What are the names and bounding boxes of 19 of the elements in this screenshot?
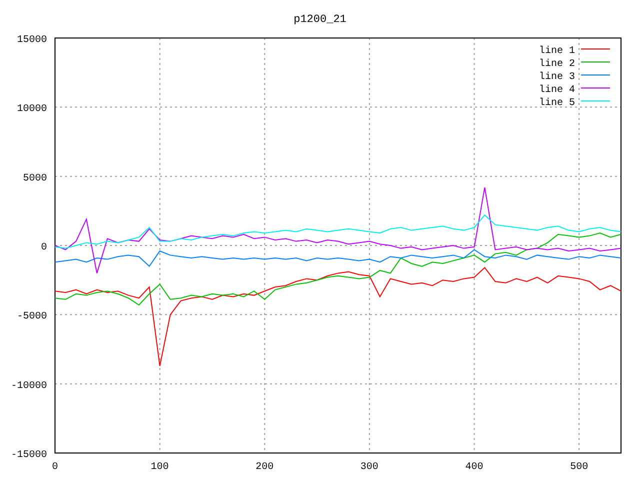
- x-tick-label: 500: [570, 462, 588, 473]
- legend-label: line 1: [538, 46, 575, 57]
- y-tick-label: 10000: [16, 104, 47, 116]
- y-tick-label: 15000: [16, 35, 47, 46]
- y-tick-label: -5000: [16, 312, 47, 323]
- legend-label: line 2: [538, 59, 575, 70]
- y-tick-label: -15000: [10, 450, 47, 461]
- y-tick-label: 0: [40, 242, 47, 254]
- y-tick-label: -10000: [10, 380, 47, 392]
- x-tick-label: 200: [256, 462, 274, 473]
- x-tick-label: 0: [52, 462, 58, 473]
- x-tick-label: 300: [360, 462, 378, 473]
- x-tick-label: 400: [465, 462, 484, 473]
- legend-label: line 4: [538, 85, 575, 96]
- y-tick-label: 5000: [22, 173, 47, 184]
- legend-label: line 3: [538, 72, 575, 83]
- chart-title: p1200_21: [294, 14, 346, 26]
- x-tick-label: 100: [150, 462, 169, 473]
- legend-label: line 5: [538, 98, 575, 109]
